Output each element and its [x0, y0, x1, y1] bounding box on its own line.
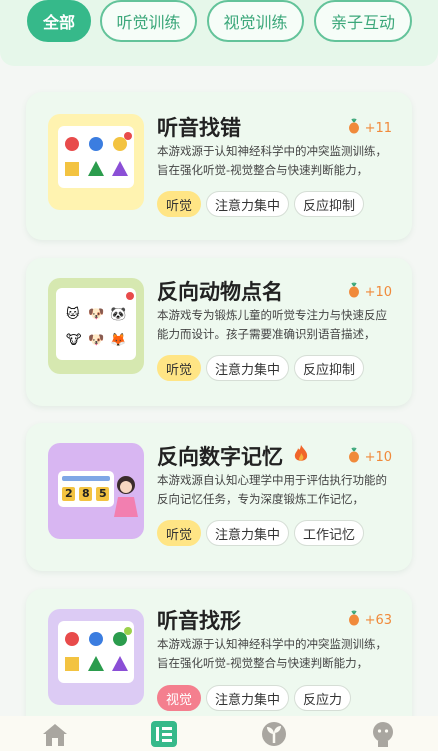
tag: 注意力集中 — [206, 191, 290, 217]
digit: 5 — [99, 487, 107, 500]
tag: 反应抑制 — [294, 355, 365, 381]
filter-chip-parent-child[interactable]: 亲子互动 — [314, 0, 412, 42]
filter-bar: 全部 听觉训练 视觉训练 亲子互动 — [0, 0, 438, 66]
points-badge: +10 — [346, 447, 392, 467]
points-badge: +63 — [346, 610, 392, 630]
points-badge: +11 — [346, 118, 392, 138]
svg-text:🐼: 🐼 — [110, 306, 127, 322]
filter-chip-hearing[interactable]: 听觉训练 — [100, 0, 197, 42]
carrot-icon — [346, 118, 362, 138]
tag: 注意力集中 — [206, 520, 290, 546]
card-description: 本游戏源自认知心理学中用于评估执行功能的反向记忆任务，专为深度锻炼工作记忆， — [157, 473, 387, 506]
points-value: +10 — [364, 449, 392, 465]
digit: 8 — [82, 487, 90, 500]
tag: 工作记忆 — [294, 520, 365, 546]
tag: 听觉 — [157, 191, 202, 217]
card-description: 本游戏源于认知神经科学中的冲突监测训练，旨在强化听觉-视觉整合与快速判断能力， — [157, 637, 387, 670]
tag: 听觉 — [157, 520, 202, 546]
game-card[interactable]: 2 8 5 反向数字记忆 +10 本游戏源自认知心理学中用于评估执行功能的反向记… — [26, 423, 412, 571]
shape-grid-icon — [48, 609, 144, 705]
points-badge: +10 — [346, 282, 392, 302]
filter-chip-visual[interactable]: 视觉训练 — [207, 0, 304, 42]
digit: 2 — [65, 487, 73, 500]
tag: 反应抑制 — [294, 191, 365, 217]
game-card[interactable]: 🐱 🐶 🐼 🐮 🐶 🦊 反向动物点名 +10 本游戏专为锻炼儿童的听觉专注力与快… — [26, 258, 412, 406]
svg-text:🐱: 🐱 — [66, 306, 80, 322]
points-value: +10 — [364, 284, 392, 300]
carrot-icon — [346, 447, 362, 467]
svg-text:🐶: 🐶 — [88, 333, 104, 348]
profile-icon[interactable] — [366, 719, 400, 749]
card-description: 本游戏专为锻炼儿童的听觉专注力与快速反应能力而设计。孩子需要准确识别语音描述， — [157, 308, 387, 341]
tag: 注意力集中 — [206, 685, 290, 711]
bottom-tab-bar — [0, 716, 438, 751]
fire-icon — [292, 444, 310, 468]
card-title: 反向数字记忆 — [157, 445, 283, 469]
svg-text:🐮: 🐮 — [66, 333, 81, 348]
shape-grid-icon — [48, 114, 144, 210]
svg-text:🦊: 🦊 — [110, 332, 126, 348]
points-value: +63 — [364, 612, 392, 628]
svg-text:🐶: 🐶 — [88, 307, 104, 322]
home-icon[interactable] — [38, 719, 72, 749]
list-icon[interactable] — [147, 719, 181, 749]
number-board-icon: 2 8 5 — [48, 443, 144, 539]
game-card[interactable]: 听音找错 +11 本游戏源于认知神经科学中的冲突监测训练，旨在强化听觉-视觉整合… — [26, 92, 412, 240]
carrot-icon — [346, 282, 362, 302]
tag: 反应力 — [294, 685, 352, 711]
animal-grid-icon: 🐱 🐶 🐼 🐮 🐶 🦊 — [48, 278, 144, 374]
tag: 视觉 — [157, 685, 202, 711]
tag: 听觉 — [157, 355, 202, 381]
tag: 注意力集中 — [206, 355, 290, 381]
card-title: 听音找错 — [157, 116, 241, 140]
filter-chip-all[interactable]: 全部 — [27, 0, 91, 42]
card-description: 本游戏源于认知神经科学中的冲突监测训练，旨在强化听觉-视觉整合与快速判断能力， — [157, 144, 387, 177]
sprout-icon[interactable] — [257, 719, 291, 749]
card-title: 听音找形 — [157, 609, 241, 633]
card-title: 反向动物点名 — [157, 280, 283, 304]
carrot-icon — [346, 610, 362, 630]
points-value: +11 — [364, 120, 392, 136]
